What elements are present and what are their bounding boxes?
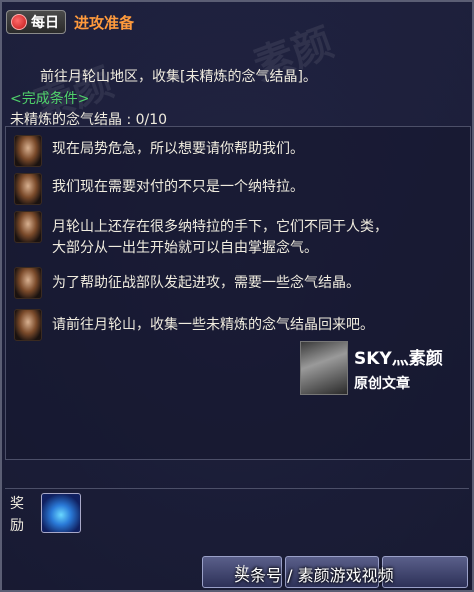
dialog-line: 月轮山上还存在很多纳特拉的手下，它们不同于人类， 大部分从一出生开始就可以自由掌… <box>6 211 470 259</box>
npc-portrait-icon <box>14 267 42 299</box>
author-name: SKY灬素颜 <box>354 348 443 369</box>
close-button[interactable] <box>382 556 468 588</box>
dialog-text: 请前往月轮山，收集一些未精炼的念气结晶回来吧。 <box>52 317 374 333</box>
author-photo-icon <box>300 341 348 395</box>
quest-description: 前往月轮山地区，收集[未精炼的念气结晶]。 <box>40 69 317 85</box>
dialog-line: 现在局势危急，所以想要请你帮助我们。 <box>6 135 470 167</box>
dialog-text: 现在局势危急，所以想要请你帮助我们。 <box>52 141 304 157</box>
npc-portrait-icon <box>14 211 42 243</box>
quest-window: 素颜 素颜 每日 进攻准备 前往月轮山地区，收集[未精炼的念气结晶]。 <完成条… <box>0 0 474 592</box>
author-watermark: SKY灬素颜 原创文章 <box>300 340 460 396</box>
npc-portrait-icon <box>14 309 42 341</box>
dialog-text: 大部分从一出生开始就可以自由掌握念气。 <box>52 240 318 256</box>
reward-area: 奖 励 <box>5 488 469 547</box>
dialog-text: 为了帮助征战部队发起进攻，需要一些念气结晶。 <box>52 275 360 291</box>
npc-portrait-icon <box>14 135 42 167</box>
dialog-text-block: 月轮山上还存在很多纳特拉的手下，它们不同于人类， 大部分从一出生开始就可以自由掌… <box>52 211 388 259</box>
dialog-line: 为了帮助征战部队发起进攻，需要一些念气结晶。 <box>6 267 470 299</box>
quest-title: 进攻准备 <box>74 13 135 32</box>
dialog-line: 我们现在需要对付的不只是一个纳特拉。 <box>6 173 470 205</box>
completion-condition-header: <完成条件> <box>10 91 90 107</box>
dialog-text: 我们现在需要对付的不只是一个纳特拉。 <box>52 179 304 195</box>
dialog-line: 请前往月轮山，收集一些未精炼的念气结晶回来吧。 <box>6 309 470 341</box>
dialog-text: 月轮山上还存在很多纳特拉的手下，它们不同于人类， <box>52 219 388 235</box>
author-tagline: 原创文章 <box>354 375 410 392</box>
title-bar: 每日 进攻准备 <box>6 8 468 36</box>
daily-badge: 每日 <box>6 10 66 34</box>
reward-label: 奖 励 <box>10 496 24 534</box>
footer-watermark: 头条号 / 素颜游戏视频 <box>234 566 394 585</box>
dialog-box[interactable]: 现在局势危急，所以想要请你帮助我们。 我们现在需要对付的不只是一个纳特拉。 月轮… <box>5 126 471 460</box>
daily-icon <box>11 14 27 30</box>
npc-portrait-icon <box>14 173 42 205</box>
crystal-item-icon[interactable] <box>41 493 81 533</box>
daily-badge-label: 每日 <box>31 15 59 31</box>
